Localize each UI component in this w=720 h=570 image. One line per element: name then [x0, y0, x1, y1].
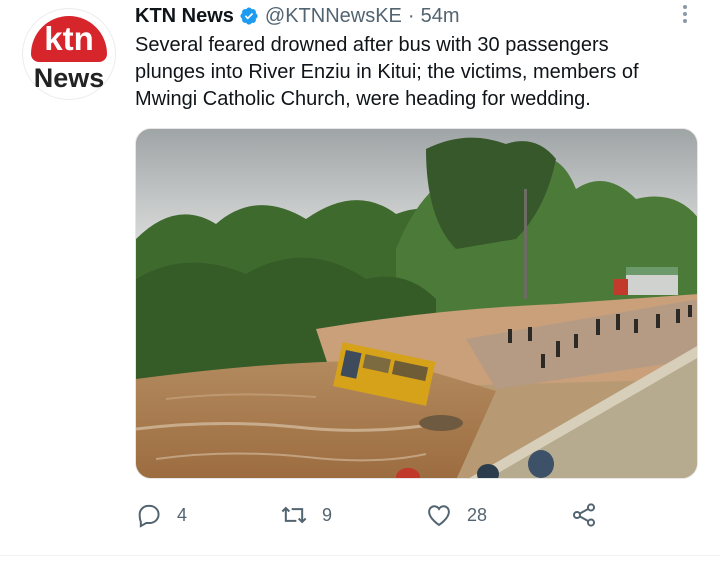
like-count: 28 [467, 504, 488, 525]
separator-dot: · [407, 4, 415, 27]
like-icon [428, 505, 450, 527]
retweet-count: 9 [322, 504, 333, 525]
tweet-text-line: Several feared drowned after bus with 30… [135, 34, 609, 56]
reply-count: 4 [177, 504, 188, 525]
divider [0, 555, 720, 556]
tweet-photo[interactable] [135, 128, 698, 479]
avatar[interactable]: ktn News [22, 8, 116, 100]
verified-badge-icon [240, 7, 258, 25]
avatar-logo-bottom: News [33, 63, 105, 93]
reply-icon [138, 504, 160, 528]
flood-scene-image [136, 129, 697, 478]
account-handle[interactable]: @KTNNewsKE [265, 5, 402, 28]
tweet-text: Several feared drowned after bus with 30… [135, 32, 705, 113]
action-bar: 4 9 28 [135, 495, 695, 535]
tweet-text-line: Mwingi Catholic Church, were heading for… [135, 88, 591, 110]
timestamp[interactable]: 54m [421, 5, 460, 28]
like-button[interactable]: 28 [425, 495, 487, 535]
retweet-icon [281, 506, 307, 524]
share-icon [572, 503, 596, 527]
share-button[interactable] [570, 495, 612, 535]
tweet-text-line: plunges into River Enziu in Kitui; the v… [135, 61, 639, 83]
tweet-header: KTN News @KTNNewsKE · 54m [135, 2, 459, 30]
account-name[interactable]: KTN News [135, 5, 234, 28]
reply-button[interactable]: 4 [135, 495, 187, 535]
tweet[interactable]: ktn News KTN News @KTNNewsKE · 54m Sever… [0, 0, 720, 570]
more-icon[interactable] [676, 2, 694, 26]
retweet-button[interactable]: 9 [280, 495, 332, 535]
